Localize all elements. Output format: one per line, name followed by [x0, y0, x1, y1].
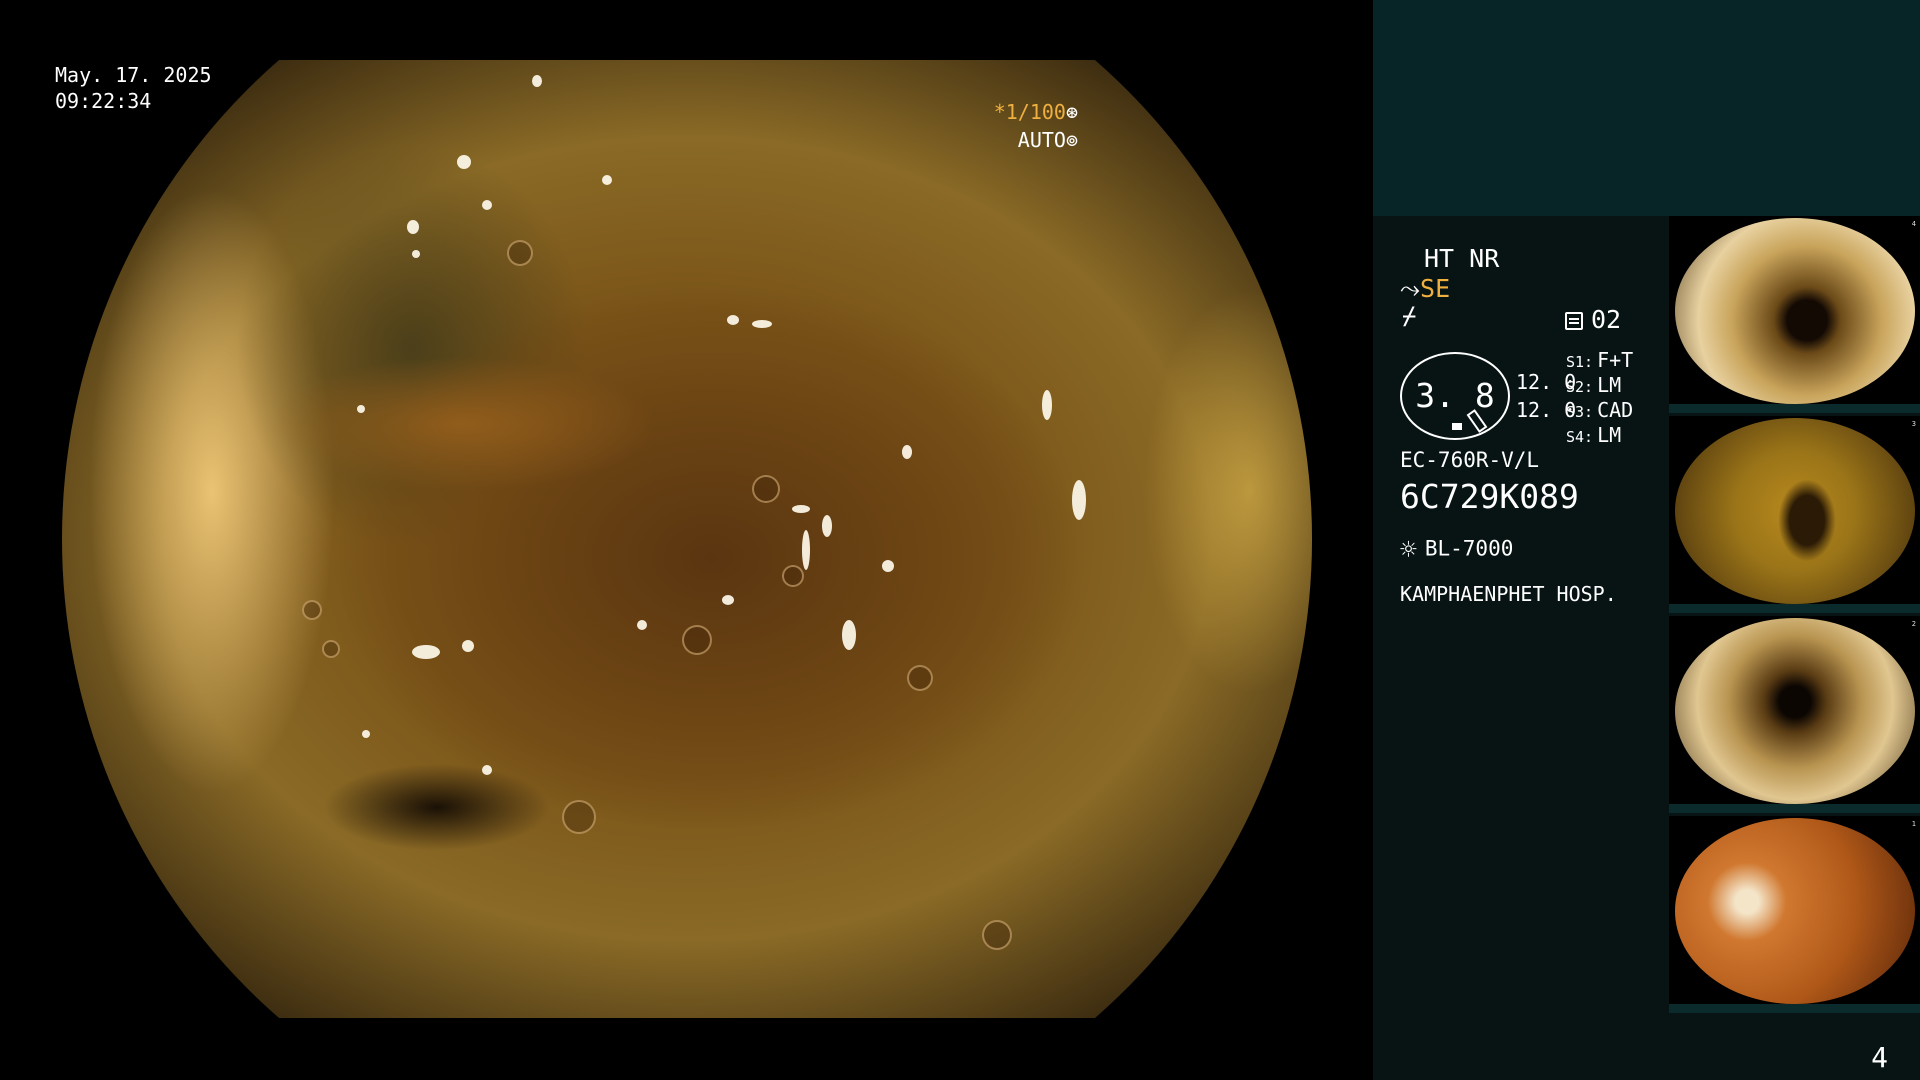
thumbnail-bar: [1669, 604, 1920, 613]
thumbnail-image: [1675, 618, 1915, 804]
switch-value: LM: [1597, 373, 1622, 397]
switch-key: S1:: [1566, 353, 1594, 371]
thumbnail-bar: [1669, 404, 1920, 413]
thumbnail-image: [1675, 418, 1915, 604]
iris-mode-indicator: AUTO⊚: [1018, 127, 1078, 153]
thumbnail-capture[interactable]: 4: [1669, 216, 1920, 413]
light-source-icon: ☼: [1400, 533, 1417, 566]
thumbnail-bar: [1669, 804, 1920, 813]
se-label: SE: [1420, 274, 1451, 303]
shutter-speed-text: *1/100: [993, 100, 1066, 124]
switch-row-4: S4: LM: [1566, 423, 1621, 447]
light-source: ☼ BL-7000: [1400, 533, 1513, 566]
thumbnail-capture[interactable]: 1: [1669, 816, 1920, 1013]
light-source-text: BL-7000: [1424, 536, 1514, 561]
date-text: May. 17. 2025: [55, 63, 212, 87]
memory-icon: [1565, 312, 1583, 330]
switch-value: CAD: [1597, 398, 1634, 422]
switch-row-1: S1: F+T: [1566, 348, 1633, 372]
thumbnail-index: 3: [1911, 420, 1916, 428]
switch-row-3: S3: CAD: [1566, 398, 1633, 422]
thumbnail-image: [1675, 818, 1915, 1004]
scope-serial: 6C729K089: [1400, 477, 1579, 516]
memory-value: 02: [1591, 305, 1622, 334]
switch-key: S4:: [1566, 428, 1594, 446]
endoscope-main-view: May. 17. 2025 09:22:34 *1/100⊛ AUTO⊚: [0, 0, 1372, 1080]
thumbnail-capture[interactable]: 3: [1669, 416, 1920, 613]
memory-indicator: 02: [1565, 305, 1621, 334]
endoscopic-image: [62, 60, 1312, 1018]
info-panel-header: [1373, 0, 1920, 216]
thumbnail-capture[interactable]: 2: [1669, 616, 1920, 813]
aperture-icon: ⊛: [1065, 100, 1078, 124]
switch-key: S2:: [1566, 378, 1594, 396]
hospital-name: KAMPHAENPHET HOSP.: [1400, 582, 1617, 606]
thumbnail-index: 2: [1911, 620, 1916, 628]
switch-key: S3:: [1566, 403, 1594, 421]
thumbnail-index: 4: [1911, 220, 1916, 228]
date-time-stamp: May. 17. 2025 09:22:34: [55, 62, 212, 114]
scope-model: EC-760R-V/L: [1400, 448, 1540, 472]
shutter-speed-indicator: *1/100⊛: [994, 99, 1078, 125]
iris-mode-text: AUTO: [1017, 128, 1066, 152]
switch-value: F+T: [1597, 348, 1634, 372]
thumbnail-index: 1: [1911, 820, 1916, 828]
gauge-marker: [1452, 423, 1462, 430]
time-text: 09:22:34: [55, 89, 152, 113]
gauge-display: 3. 8: [1400, 352, 1510, 440]
scope-tip-icon: ⤳: [1400, 274, 1421, 303]
structure-enhancement-indicator: ⤳SE: [1400, 274, 1450, 304]
gauge-value: 3. 8: [1415, 376, 1495, 415]
switch-row-2: S2: LM: [1566, 373, 1621, 397]
flash-icon: ⌿: [1402, 302, 1417, 330]
iris-icon: ⊚: [1065, 128, 1078, 152]
thumbnail-bar: [1669, 1004, 1920, 1013]
ht-nr-label: HT NR: [1424, 244, 1500, 273]
page-number: 4: [1871, 1041, 1888, 1074]
switch-value: LM: [1597, 423, 1622, 447]
thumbnail-image: [1675, 218, 1915, 404]
